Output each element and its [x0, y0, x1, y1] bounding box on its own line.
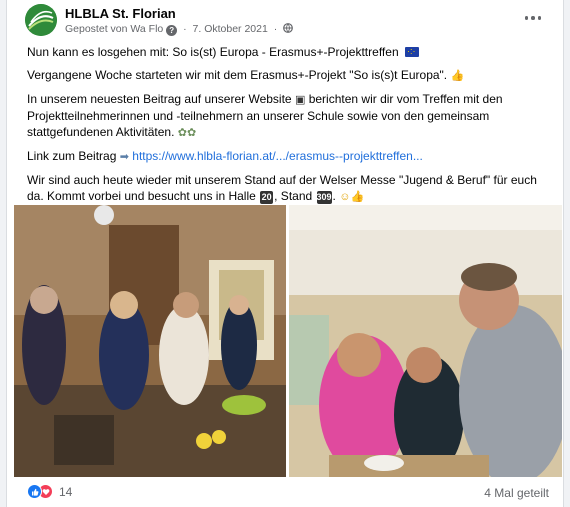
post-card: HLBLA St. Florian Gepostet von Wa Flo ? …: [6, 0, 564, 507]
page-logo-icon: [25, 4, 57, 36]
photo-gallery: [14, 205, 562, 477]
reaction-count: 14: [59, 484, 73, 499]
share-count[interactable]: 4 Mal geteilt: [484, 486, 549, 500]
photo-kitchen-group[interactable]: [14, 205, 286, 477]
paragraph-3: In unserem neuesten Beitrag auf unserer …: [27, 92, 503, 139]
laptop-icon: ▣: [294, 94, 306, 106]
people-icon: ✿✿: [177, 127, 197, 139]
article-link[interactable]: https://www.hlbla-florian.at/.../erasmus…: [132, 149, 423, 163]
posted-by: Gepostet von Wa Flo: [65, 23, 164, 35]
photo-cooking-image: [289, 205, 562, 477]
stand-number: 309: [316, 191, 332, 204]
globe-icon: [283, 23, 294, 33]
more-options-button[interactable]: [519, 6, 547, 30]
page-avatar[interactable]: [25, 4, 57, 36]
thumbs-up-icon: 👍: [450, 70, 465, 82]
arrow-right-icon: ➡: [119, 151, 129, 163]
page-name[interactable]: HLBLA St. Florian: [65, 6, 176, 21]
paragraph-4: Link zum Beitrag ➡ https://www.hlbla-flo…: [27, 149, 423, 163]
like-icon: [27, 484, 42, 499]
paragraph-2: Vergangene Woche starteten wir mit dem E…: [27, 68, 465, 82]
post-text: Nun kann es losgehen mit: So is(st) Euro…: [27, 43, 547, 212]
post-date[interactable]: 7. Oktober 2021: [193, 23, 268, 35]
halle-number: 20: [260, 191, 274, 204]
reactions-summary[interactable]: 14: [27, 484, 72, 499]
post-header: HLBLA St. Florian Gepostet von Wa Flo ? …: [19, 4, 551, 40]
smile-icon: ☺👍: [339, 191, 365, 203]
info-icon[interactable]: ?: [166, 25, 178, 36]
eu-flag-icon: [404, 43, 419, 59]
photo-kitchen-group-image: [14, 205, 286, 477]
photo-cooking[interactable]: [289, 205, 562, 477]
post-meta: Gepostet von Wa Flo ? · 7. Oktober 2021 …: [65, 23, 294, 36]
paragraph-1: Nun kann es losgehen mit: So is(st) Euro…: [27, 43, 547, 60]
post-footer: 14 4 Mal geteilt: [27, 480, 549, 504]
more-options-icon: [524, 16, 529, 20]
paragraph-5: Wir sind auch heute wieder mit unserem S…: [27, 173, 537, 204]
